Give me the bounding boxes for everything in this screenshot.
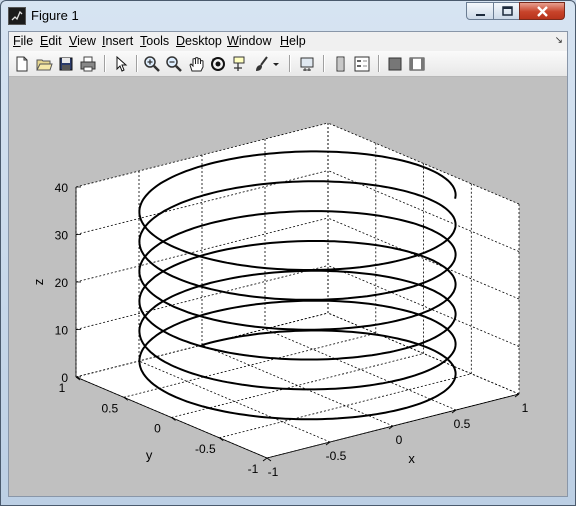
minimize-button[interactable] (466, 2, 494, 20)
zoom-in-icon[interactable] (142, 54, 162, 74)
y-tick-mark (266, 457, 272, 462)
menu-view[interactable]: View (69, 34, 96, 48)
new-figure-icon[interactable] (12, 54, 32, 74)
colorbar-icon[interactable] (330, 54, 350, 74)
x-tick-mark (262, 457, 268, 462)
x-tick-label: 1 (522, 401, 529, 415)
plot-area[interactable]: -1 -0.5 0 0.5 1 -1 -0.5 0 0.5 1 0 10 20 30 40 x y z (9, 76, 567, 496)
menu-bar: File Edit View Insert Tools Desktop Wind… (9, 32, 567, 51)
x-axis-label: x (408, 451, 415, 466)
menu-insert[interactable]: Insert (102, 34, 133, 48)
title-bar[interactable]: Figure 1 (1, 1, 575, 31)
figure-client-area: File Edit View Insert Tools Desktop Wind… (8, 31, 568, 497)
z-axis-label: z (31, 279, 46, 286)
x-tick-label: 0.5 (454, 417, 471, 431)
legend-icon[interactable] (352, 54, 372, 74)
zoom-out-icon[interactable] (164, 54, 184, 74)
z-tick-label: 0 (61, 371, 68, 385)
x-tick-label: 0 (396, 433, 403, 447)
z-tick-label: 40 (55, 181, 69, 195)
x-tick-label: -1 (268, 465, 279, 479)
open-file-icon[interactable] (34, 54, 54, 74)
window-title: Figure 1 (31, 8, 79, 23)
y-tick-label: 0 (154, 422, 161, 436)
z-tick-label: 20 (55, 276, 69, 290)
save-icon[interactable] (56, 54, 76, 74)
y-axis-label: y (146, 448, 153, 463)
hide-plot-tools-icon[interactable] (385, 54, 405, 74)
menu-file[interactable]: File (13, 34, 33, 48)
show-plot-tools-icon[interactable] (407, 54, 427, 74)
figure-toolbar (9, 51, 567, 77)
brush-dropdown-icon[interactable] (271, 54, 281, 74)
pointer-icon[interactable] (111, 54, 131, 74)
y-tick-label: -0.5 (195, 442, 216, 456)
brush-icon[interactable] (252, 54, 272, 74)
link-plot-icon[interactable] (297, 54, 317, 74)
menu-window[interactable]: Window (227, 34, 271, 48)
axes-3d[interactable]: -1-0.500.51-1-0.500.51010203040xyz (9, 76, 567, 496)
close-button[interactable] (519, 2, 565, 20)
matlab-figure-icon (8, 7, 26, 25)
dock-arrow-icon[interactable]: ↘ (555, 35, 563, 46)
x-tick-label: -0.5 (326, 449, 347, 463)
toolbar-separator (104, 55, 106, 72)
toolbar-separator (136, 55, 138, 72)
toolbar-separator (378, 55, 380, 72)
y-tick-label: 0.5 (101, 401, 118, 415)
toolbar-separator (323, 55, 325, 72)
maximize-button[interactable] (493, 2, 520, 20)
z-tick-label: 30 (55, 229, 69, 243)
menu-desktop[interactable]: Desktop (176, 34, 222, 48)
figure-window: Figure 1 File Edit View Insert Tools Des… (0, 0, 576, 506)
pan-hand-icon[interactable] (186, 54, 206, 74)
z-tick-label: 10 (55, 324, 69, 338)
print-icon[interactable] (78, 54, 98, 74)
menu-tools[interactable]: Tools (140, 34, 169, 48)
rotate-3d-icon[interactable] (208, 54, 228, 74)
toolbar-separator (289, 55, 291, 72)
data-cursor-icon[interactable] (230, 54, 250, 74)
menu-edit[interactable]: Edit (40, 34, 62, 48)
menu-help[interactable]: Help (280, 34, 306, 48)
y-tick-label: -1 (248, 462, 259, 476)
